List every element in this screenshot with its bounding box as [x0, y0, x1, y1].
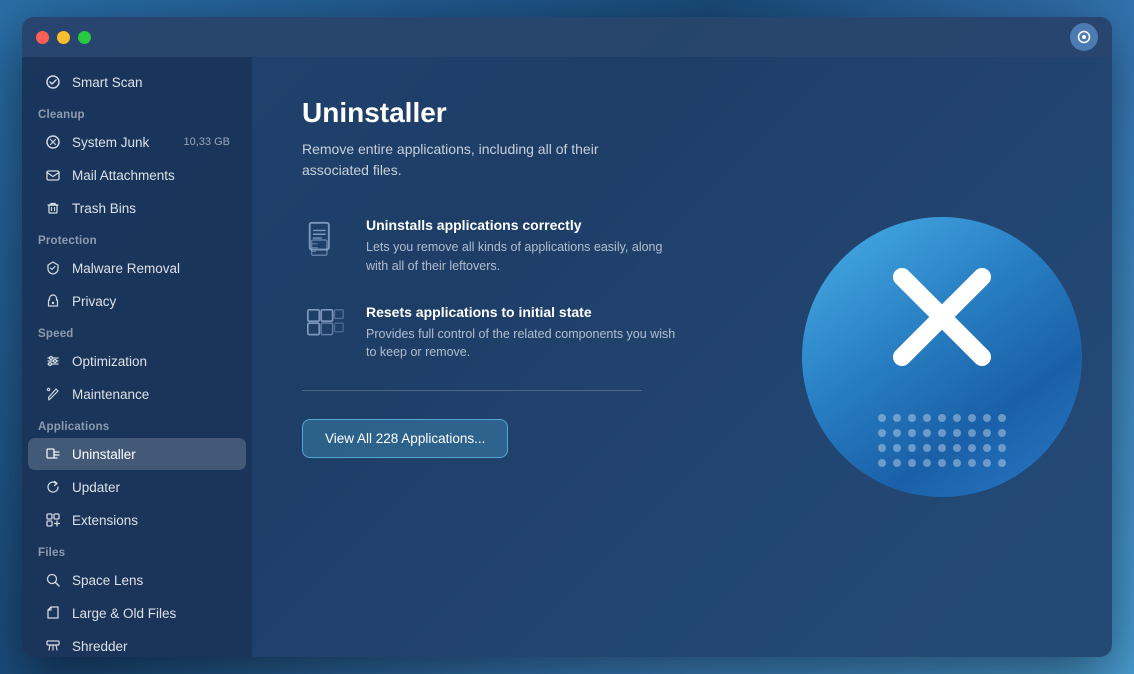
sidebar-item-updater[interactable]: Updater: [28, 471, 246, 503]
feature-text-resets: Resets applications to initial state Pro…: [366, 304, 682, 363]
sidebar-item-smart-scan[interactable]: Smart Scan: [28, 66, 246, 98]
sidebar-item-maintenance[interactable]: Maintenance: [28, 378, 246, 410]
section-label-files: Files: [22, 537, 252, 563]
sidebar-item-optimization[interactable]: Optimization: [28, 345, 246, 377]
section-label-speed: Speed: [22, 318, 252, 344]
large-files-icon: [44, 604, 62, 622]
section-label-applications: Applications: [22, 411, 252, 437]
settings-button[interactable]: [1070, 23, 1098, 51]
feature-list: Uninstalls applications correctly Lets y…: [302, 217, 682, 362]
page-title: Uninstaller: [302, 97, 1062, 129]
maintenance-label: Maintenance: [72, 387, 230, 402]
sidebar-item-mail-attachments[interactable]: Mail Attachments: [28, 159, 246, 191]
view-all-applications-button[interactable]: View All 228 Applications...: [302, 419, 508, 458]
optimization-label: Optimization: [72, 354, 230, 369]
malware-removal-label: Malware Removal: [72, 261, 230, 276]
maintenance-icon: [44, 385, 62, 403]
feature-text-uninstalls: Uninstalls applications correctly Lets y…: [366, 217, 682, 276]
close-button[interactable]: [36, 31, 49, 44]
feature-item-resets: Resets applications to initial state Pro…: [302, 304, 682, 363]
extensions-icon: [44, 511, 62, 529]
grid-blocks-icon: [302, 304, 348, 350]
large-old-files-label: Large & Old Files: [72, 606, 230, 621]
feature-title-uninstalls: Uninstalls applications correctly: [366, 217, 682, 233]
minimize-button[interactable]: [57, 31, 70, 44]
system-junk-badge: 10,33 GB: [184, 136, 230, 148]
privacy-icon: [44, 292, 62, 310]
sidebar-item-uninstaller[interactable]: Uninstaller: [28, 438, 246, 470]
shredder-icon: [44, 637, 62, 655]
title-bar: [22, 17, 1112, 57]
sidebar-item-trash-bins[interactable]: Trash Bins: [28, 192, 246, 224]
section-label-cleanup: Cleanup: [22, 99, 252, 125]
feature-desc-uninstalls: Lets you remove all kinds of application…: [366, 238, 682, 276]
main-panel: Uninstaller Remove entire applications, …: [252, 57, 1112, 657]
sidebar-item-extensions[interactable]: Extensions: [28, 504, 246, 536]
page-subtitle: Remove entire applications, including al…: [302, 139, 642, 181]
trash-icon: [44, 199, 62, 217]
uninstaller-icon: [44, 445, 62, 463]
sidebar-item-system-junk[interactable]: System Junk 10,33 GB: [28, 126, 246, 158]
feature-item-uninstalls: Uninstalls applications correctly Lets y…: [302, 217, 682, 276]
divider: [302, 390, 642, 391]
system-junk-label: System Junk: [72, 135, 174, 150]
section-label-protection: Protection: [22, 225, 252, 251]
sidebar-item-large-old-files[interactable]: Large & Old Files: [28, 597, 246, 629]
sidebar-item-shredder[interactable]: Shredder: [28, 630, 246, 657]
optimization-icon: [44, 352, 62, 370]
main-content: Smart Scan Cleanup System Junk 10,33 GB: [22, 57, 1112, 657]
extensions-label: Extensions: [72, 513, 230, 528]
app-window: Smart Scan Cleanup System Junk 10,33 GB: [22, 17, 1112, 657]
space-lens-icon: [44, 571, 62, 589]
shredder-label: Shredder: [72, 639, 230, 654]
x-logo: [877, 262, 1007, 372]
sidebar-item-malware-removal[interactable]: Malware Removal: [28, 252, 246, 284]
privacy-label: Privacy: [72, 294, 230, 309]
sidebar: Smart Scan Cleanup System Junk 10,33 GB: [22, 57, 252, 657]
malware-icon: [44, 259, 62, 277]
circle-background: [802, 217, 1082, 497]
mail-attachments-label: Mail Attachments: [72, 168, 230, 183]
trash-bins-label: Trash Bins: [72, 201, 230, 216]
smart-scan-icon: [44, 73, 62, 91]
mail-icon: [44, 166, 62, 184]
smart-scan-label: Smart Scan: [72, 75, 230, 90]
feature-title-resets: Resets applications to initial state: [366, 304, 682, 320]
feature-desc-resets: Provides full control of the related com…: [366, 325, 682, 363]
traffic-lights: [36, 31, 91, 44]
file-list-icon: [302, 217, 348, 263]
updater-label: Updater: [72, 480, 230, 495]
maximize-button[interactable]: [78, 31, 91, 44]
updater-icon: [44, 478, 62, 496]
uninstaller-label: Uninstaller: [72, 447, 230, 462]
system-junk-icon: [44, 133, 62, 151]
dots-grid: [878, 414, 1006, 467]
app-illustration: [802, 217, 1082, 497]
space-lens-label: Space Lens: [72, 573, 230, 588]
sidebar-item-privacy[interactable]: Privacy: [28, 285, 246, 317]
sidebar-item-space-lens[interactable]: Space Lens: [28, 564, 246, 596]
